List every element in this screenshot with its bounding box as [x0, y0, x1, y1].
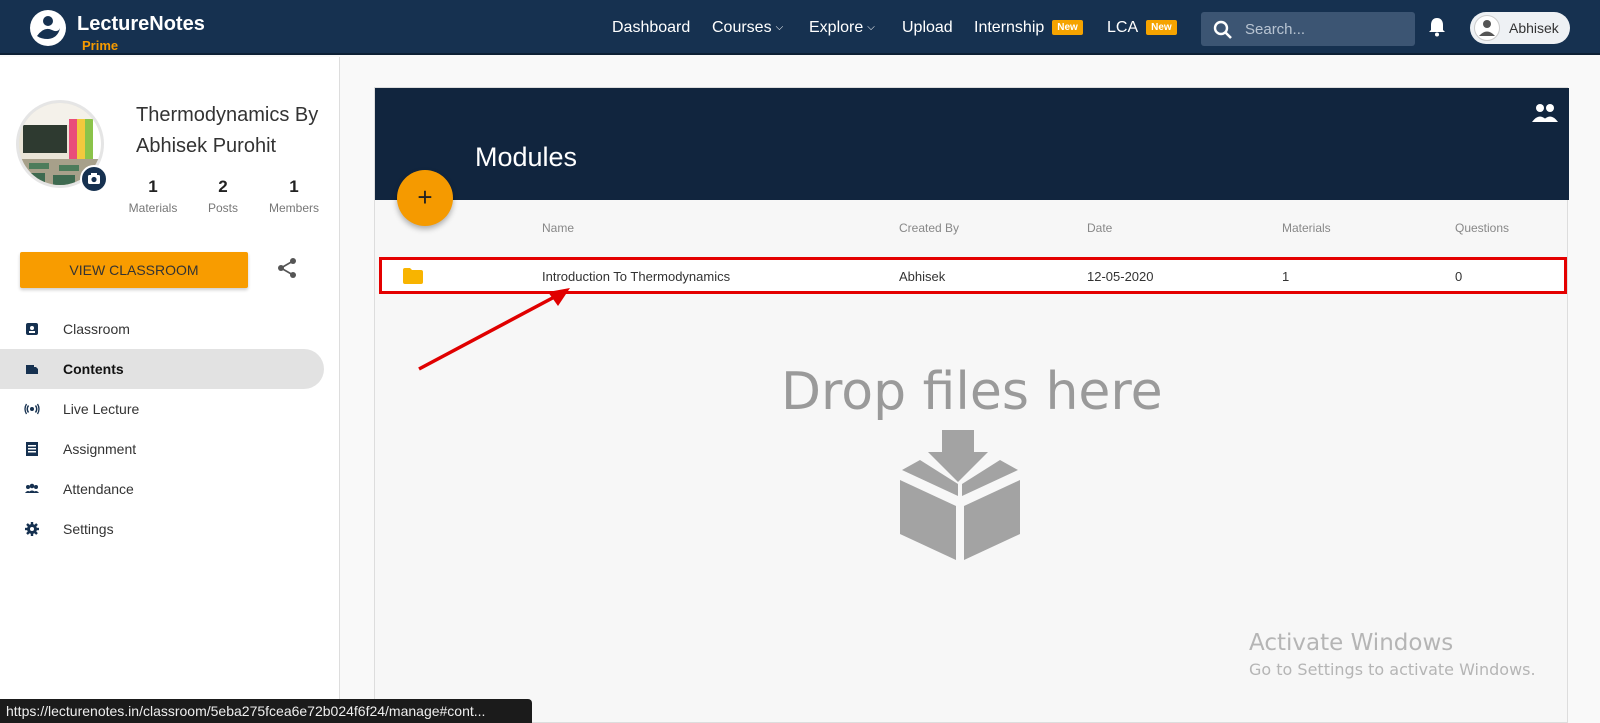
contents-icon [26, 365, 38, 374]
classroom-icon [26, 323, 38, 335]
nav-internship[interactable]: Internship New [974, 19, 1083, 37]
stat-value: 2 [218, 177, 228, 196]
brand-name[interactable]: LectureNotes [77, 13, 205, 36]
sidebar-item-contents[interactable]: Contents [0, 349, 324, 389]
nav-courses[interactable]: Courses ⌵ [712, 19, 783, 37]
chevron-down-icon: ⌵ [867, 22, 875, 33]
sidebar: Thermodynamics By Abhisek Purohit 1 Mate… [0, 57, 340, 723]
browser-status-url: https://lecturenotes.in/classroom/5eba27… [0, 699, 532, 723]
modules-header: Modules [375, 88, 1569, 200]
module-questions: 0 [1455, 269, 1463, 284]
nav-lca[interactable]: LCA New [1107, 19, 1177, 37]
nav-upload[interactable]: Upload [902, 19, 953, 37]
module-created-by: Abhisek [899, 269, 946, 284]
change-photo-camera-icon[interactable] [80, 165, 108, 193]
user-menu[interactable]: Abhisek [1470, 12, 1570, 44]
add-module-button[interactable]: + [397, 170, 453, 226]
nav-explore[interactable]: Explore ⌵ [809, 19, 875, 37]
activate-windows-watermark: Activate Windows Go to Settings to activ… [1249, 630, 1536, 679]
module-name[interactable]: Introduction To Thermodynamics [542, 269, 730, 284]
stat-value: 1 [148, 177, 158, 196]
classroom-title: Thermodynamics By Abhisek Purohit [136, 104, 319, 157]
brand-prime-label: Prime [82, 38, 119, 53]
assignment-icon [26, 442, 38, 456]
modules-title: Modules [475, 142, 578, 172]
folder-icon [403, 268, 423, 284]
watermark-title: Activate Windows [1249, 630, 1454, 656]
share-icon[interactable] [276, 257, 298, 279]
sidebar-item-classroom[interactable]: Classroom [0, 309, 324, 349]
notification-bell-icon[interactable] [1428, 17, 1446, 37]
sidebar-item-label: Assignment [63, 441, 137, 457]
stat-value: 1 [289, 177, 299, 196]
lecturenotes-logo-icon[interactable] [30, 10, 66, 46]
column-header-questions[interactable]: Questions [1455, 221, 1509, 235]
red-annotation-arrow [418, 288, 570, 371]
stat-label: Materials [128, 201, 178, 215]
avatar [1474, 15, 1500, 41]
search-input[interactable] [1245, 18, 1405, 40]
gear-icon [25, 522, 39, 536]
stat-label: Members [268, 201, 319, 215]
view-classroom-button[interactable]: VIEW CLASSROOM [20, 252, 248, 288]
nav-dashboard[interactable]: Dashboard [612, 19, 690, 37]
top-nav: LectureNotes Prime Dashboard Courses ⌵ Ex… [0, 0, 1600, 55]
column-header-date[interactable]: Date [1087, 221, 1112, 235]
user-name: Abhisek [1509, 20, 1559, 36]
drop-box-download-icon[interactable] [898, 430, 1022, 562]
sidebar-item-label: Attendance [63, 481, 134, 497]
sidebar-item-attendance[interactable]: Attendance [0, 469, 324, 509]
module-date: 12-05-2020 [1087, 269, 1154, 284]
search-box[interactable] [1201, 12, 1415, 46]
column-header-materials[interactable]: Materials [1282, 221, 1331, 235]
new-badge: New [1146, 20, 1177, 35]
stat-materials: 1 Materials [118, 177, 188, 215]
sidebar-item-settings[interactable]: Settings [0, 509, 324, 549]
search-icon [1213, 20, 1232, 39]
module-materials: 1 [1282, 269, 1290, 284]
watermark-subtitle: Go to Settings to activate Windows. [1249, 660, 1536, 679]
stat-members: 1 Members [259, 177, 329, 215]
sidebar-item-label: Contents [63, 361, 124, 377]
column-header-created-by[interactable]: Created By [899, 221, 959, 235]
stat-posts: 2 Posts [188, 177, 258, 215]
live-icon [24, 403, 40, 415]
sidebar-item-label: Settings [63, 521, 114, 537]
sidebar-item-label: Classroom [63, 321, 130, 337]
members-group-icon[interactable] [1531, 102, 1559, 124]
chevron-down-icon: ⌵ [775, 22, 784, 33]
sidebar-item-assignment[interactable]: Assignment [0, 429, 324, 469]
sidebar-item-label: Live Lecture [63, 401, 140, 417]
drop-files-text: Drop files here [781, 362, 1163, 422]
stat-label: Posts [207, 201, 238, 215]
attendance-icon [25, 483, 39, 493]
sidebar-item-live-lecture[interactable]: Live Lecture [0, 389, 324, 429]
column-header-name[interactable]: Name [542, 221, 574, 235]
new-badge: New [1052, 20, 1083, 35]
